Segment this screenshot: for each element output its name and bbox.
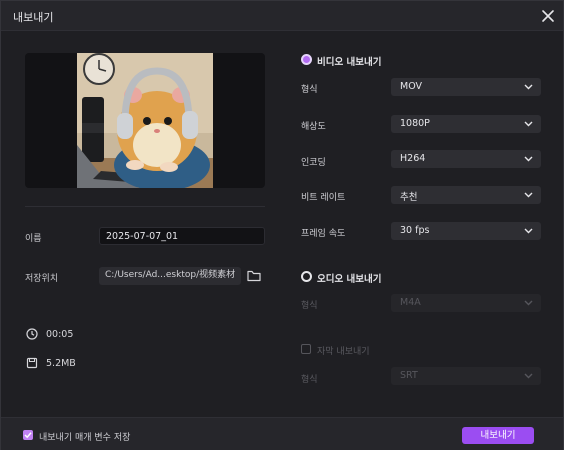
right-pane: 비디오 내보내기 형식 MOV 해상도 1080P 인코딩 H264 비트 레이… [283, 32, 563, 417]
subtitle-format-value: SRT [400, 370, 418, 381]
export-dialog: 내보내기 이름 2025-07-07_01 저장위치 C:/Users/Ad..… [0, 0, 564, 450]
video-export-label: 비디오 내보내기 [317, 57, 382, 68]
audio-format-value: M4A [400, 297, 421, 308]
encoder-select[interactable]: H264 [391, 150, 541, 168]
folder-icon[interactable] [247, 269, 261, 282]
remember-settings-label: 내보내기 매개 변수 저장 [39, 433, 131, 443]
framerate-value: 30 fps [400, 225, 430, 236]
subtitle-format-label: 형식 [301, 375, 318, 385]
left-divider [25, 206, 265, 207]
file-size-icon [26, 357, 38, 369]
resolution-value: 1080P [400, 118, 430, 129]
dialog-title: 내보내기 [13, 11, 54, 24]
bitrate-select[interactable]: 추천 [391, 186, 541, 204]
framerate-label: 프레임 속도 [301, 229, 346, 239]
audio-format-label: 형식 [301, 301, 318, 311]
format-select[interactable]: MOV [391, 78, 541, 96]
chevron-down-icon [524, 299, 533, 307]
chevron-down-icon [524, 191, 533, 199]
encoder-value: H264 [400, 153, 426, 164]
file-size-value: 5.2MB [46, 358, 76, 369]
remember-settings-checkbox[interactable] [23, 430, 33, 440]
title-bar: 내보내기 [1, 1, 563, 31]
audio-export-label: 오디오 내보내기 [317, 274, 382, 285]
preview-thumbnail [77, 53, 213, 188]
bitrate-label: 비트 레이트 [301, 193, 346, 203]
subtitle-export-label: 자막 내보내기 [317, 347, 370, 357]
format-label: 형식 [301, 85, 318, 95]
subtitle-export-checkbox[interactable] [301, 344, 311, 354]
chevron-down-icon [524, 155, 533, 163]
resolution-select[interactable]: 1080P [391, 115, 541, 133]
left-pane: 이름 2025-07-07_01 저장위치 C:/Users/Ad...eskt… [1, 32, 281, 417]
export-button[interactable]: 내보내기 [462, 427, 534, 444]
encoder-label: 인코딩 [301, 158, 326, 168]
chevron-down-icon [524, 372, 533, 380]
subtitle-format-select[interactable]: SRT [391, 367, 541, 385]
file-name-input[interactable]: 2025-07-07_01 [99, 227, 265, 245]
bitrate-value: 추천 [400, 192, 418, 203]
chevron-down-icon [524, 120, 533, 128]
video-export-radio[interactable] [301, 54, 312, 65]
duration-value: 00:05 [46, 329, 74, 340]
audio-export-radio[interactable] [301, 271, 312, 282]
close-icon[interactable] [539, 7, 557, 25]
framerate-select[interactable]: 30 fps [391, 222, 541, 240]
video-preview [25, 53, 265, 188]
audio-format-select[interactable]: M4A [391, 294, 541, 312]
save-location-label: 저장위치 [25, 274, 59, 284]
save-location-path: C:/Users/Ad...esktop/视频素材 [99, 267, 241, 285]
name-label: 이름 [25, 234, 42, 244]
chevron-down-icon [524, 227, 533, 235]
chevron-down-icon [524, 83, 533, 91]
clock-icon [26, 328, 38, 340]
footer-bar: 내보내기 매개 변수 저장 내보내기 [1, 417, 563, 450]
format-value: MOV [400, 81, 423, 92]
resolution-label: 해상도 [301, 122, 326, 132]
